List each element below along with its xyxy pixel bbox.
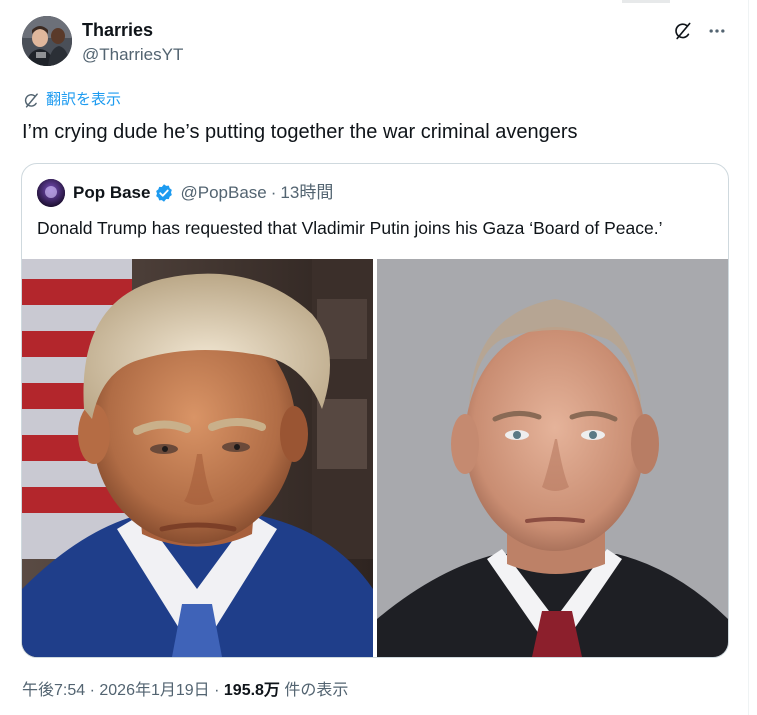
scroll-handle [622,0,670,3]
tweet-text: I’m crying dude he’s putting together th… [22,121,578,143]
tweet-card: Tharries @TharriesYT 翻訳を表示 I’m crying du… [0,0,749,715]
quote-media [22,259,728,657]
quote-header: Pop Base @PopBase · 13時間 [73,182,333,204]
photo-putin[interactable] [377,259,728,657]
meta-separator: · [209,682,224,699]
tweet-meta: 午後7:54 · 2026年1月19日 · 195.8万 件の表示 [22,680,348,702]
quote-display-name[interactable]: Pop Base [73,182,150,204]
more-button[interactable] [704,18,730,44]
tweet-date[interactable]: 2026年1月19日 [99,682,209,699]
quote-text: Donald Trump has requested that Vladimir… [37,218,663,238]
views-label: 件の表示 [279,682,349,699]
quote-handle[interactable]: @PopBase [180,182,266,204]
translate-label: 翻訳を表示 [46,91,122,108]
quote-time[interactable]: 13時間 [280,182,333,204]
verified-badge-icon [154,183,174,203]
author-handle[interactable]: @TharriesYT [82,44,183,66]
quoted-tweet[interactable]: Pop Base @PopBase · 13時間 Donald Trump ha… [21,163,729,658]
quote-author-avatar[interactable] [37,179,65,207]
translate-icon [22,91,40,109]
author-display-name[interactable]: Tharries [82,19,153,41]
views-count[interactable]: 195.8万 [224,682,280,699]
more-icon [709,29,725,33]
grok-icon [675,22,691,40]
photo-trump[interactable] [22,259,373,657]
translate-link[interactable]: 翻訳を表示 [22,90,121,110]
meta-separator: · [85,682,100,699]
grok-button[interactable] [670,18,696,44]
quote-separator: · [270,183,277,202]
author-avatar[interactable] [22,16,72,66]
tweet-time[interactable]: 午後7:54 [22,682,85,699]
